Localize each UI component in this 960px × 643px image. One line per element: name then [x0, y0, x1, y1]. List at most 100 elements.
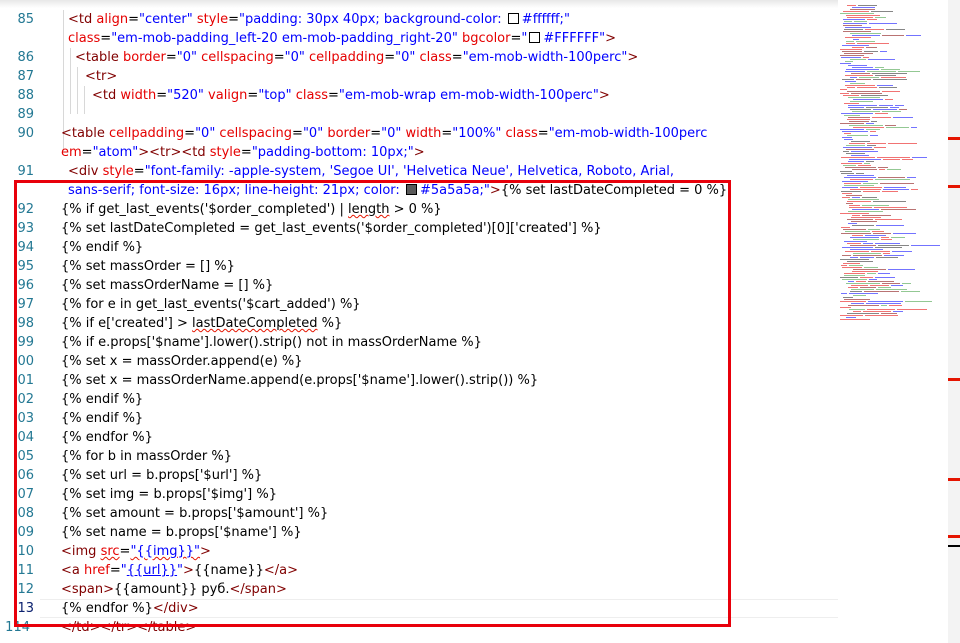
code-line-wrapped[interactable]: em="atom"><tr><td style="padding-bottom:… — [0, 143, 838, 162]
minimap-line — [873, 79, 907, 80]
code-line[interactable]: 95 {% set massOrder = [] %} — [0, 257, 838, 276]
minimap-line — [849, 265, 863, 266]
color-swatch[interactable] — [405, 184, 417, 195]
minimap-line — [866, 107, 888, 108]
code-line[interactable]: 98 {% if e['created'] > lastDateComplete… — [0, 314, 838, 333]
line-text: {% set massOrder = [] %} — [61, 259, 235, 274]
minimap-line — [841, 57, 861, 58]
code-line[interactable]: 90 <table cellpadding="0" cellspacing="0… — [0, 124, 838, 143]
minimap-line — [848, 97, 880, 98]
code-editor[interactable]: 85 <td align="center" style="padding: 30… — [0, 0, 960, 643]
line-number: 87 — [17, 69, 34, 84]
minimap-line — [860, 257, 874, 258]
code-line-current[interactable]: 13 {% endfor %}</div> — [0, 599, 838, 618]
minimap-line — [893, 117, 913, 118]
minimap-line — [844, 183, 861, 184]
minimap-line — [840, 89, 847, 90]
minimap-line — [841, 293, 847, 294]
code-line[interactable]: 12 <span>{{amount}} руб.</span> — [0, 580, 838, 599]
minimap-line — [868, 281, 894, 282]
code-line[interactable]: 10 <img src="{{img}}"> — [0, 542, 838, 561]
color-swatch[interactable] — [529, 32, 541, 43]
code-line[interactable]: 91 <div style="font-family: -apple-syste… — [0, 162, 838, 181]
code-line[interactable]: 03 {% endif %} — [0, 409, 838, 428]
minimap-line — [883, 189, 909, 190]
minimap-line — [879, 87, 897, 88]
code-line[interactable]: 97 {% for e in get_last_events('$cart_add… — [0, 295, 838, 314]
line-number: 89 — [17, 107, 34, 122]
line-text: {% endif %} — [61, 411, 144, 426]
minimap-line — [840, 13, 874, 14]
code-line[interactable]: 87 <tr> — [0, 67, 838, 86]
minimap-line — [898, 71, 920, 72]
code-line[interactable]: 00 {% set x = massOrder.append(e) %} — [0, 352, 838, 371]
minimap-line — [843, 11, 869, 12]
line-number: 94 — [17, 240, 34, 255]
code-line[interactable]: 09 {% set name = b.props['$name'] %} — [0, 523, 838, 542]
minimap-line — [865, 315, 898, 316]
minimap-line — [899, 109, 907, 110]
minimap-line — [849, 143, 865, 144]
code-line[interactable]: 85 <td align="center" style="padding: 30… — [0, 10, 838, 29]
code-line[interactable]: 93 {% set lastDateCompleted = get_last_ev… — [0, 219, 838, 238]
line-text: {% set x = massOrderName.append(e.props[… — [61, 373, 539, 388]
code-line-wrapped[interactable]: sans-serif; font-size: 16px; line-height… — [0, 181, 838, 200]
color-swatch[interactable] — [507, 13, 519, 24]
minimap-line — [868, 301, 903, 302]
minimap-line — [851, 73, 870, 74]
code-line[interactable]: 99 {% if e.props['$name'].lower().strip()… — [0, 333, 838, 352]
line-text: <img src="{{img}}"> — [61, 544, 211, 559]
minimap-line — [875, 67, 884, 68]
code-line[interactable]: 94 {% endif %} — [0, 238, 838, 257]
line-text: <table border="0" cellspacing="0" cellpa… — [75, 50, 639, 65]
minimap-line — [840, 307, 851, 308]
code-line[interactable]: 11 <a href="{{url}}">{{name}}</a> — [0, 561, 838, 580]
vertical-scrollbar[interactable] — [948, 0, 960, 643]
minimap[interactable] — [838, 0, 948, 643]
minimap-line — [866, 47, 877, 48]
code-lines[interactable]: 85 <td align="center" style="padding: 30… — [0, 0, 838, 643]
code-line[interactable]: 01 {% set x = massOrderName.append(e.prop… — [0, 371, 838, 390]
minimap-line — [843, 25, 862, 26]
code-line[interactable]: 86 <table border="0" cellspacing="0" cel… — [0, 48, 838, 67]
minimap-line — [847, 5, 856, 6]
minimap-line — [845, 61, 853, 62]
minimap-line — [853, 39, 859, 40]
minimap-line — [848, 107, 864, 108]
code-line[interactable]: 02 {% endif %} — [0, 390, 838, 409]
error-marker — [948, 137, 960, 140]
minimap-line — [842, 181, 868, 182]
line-number: 99 — [17, 335, 34, 350]
minimap-line — [905, 301, 932, 302]
minimap-line — [842, 137, 852, 138]
code-line[interactable]: 06 {% set url = b.props['$url'] %} — [0, 466, 838, 485]
minimap-line — [842, 279, 867, 280]
minimap-line — [871, 11, 893, 12]
code-line-wrapped[interactable]: class="em-mob-padding_left-20 em-mob-pad… — [0, 29, 838, 48]
line-number: 01 — [17, 373, 34, 388]
code-line[interactable]: 114 </td></tr></table> — [0, 618, 838, 637]
code-line[interactable]: 88 <td width="520" valign="top" class="e… — [0, 86, 838, 105]
minimap-line — [893, 233, 916, 234]
line-text: em="atom"><tr><td style="padding-bottom:… — [61, 145, 425, 160]
code-line[interactable]: 05 {% for b in massOrder %} — [0, 447, 838, 466]
minimap-line — [860, 287, 876, 288]
code-line[interactable]: 92 {% if get_last_events('$order_complet… — [0, 200, 838, 219]
minimap-line — [852, 215, 860, 216]
minimap-line — [880, 183, 914, 184]
url-link[interactable]: {{url}} — [127, 563, 177, 578]
minimap-line — [866, 161, 874, 162]
minimap-line — [842, 197, 850, 198]
minimap-line — [854, 21, 867, 22]
code-line[interactable]: 89 — [0, 105, 838, 124]
minimap-line — [873, 201, 906, 202]
code-line[interactable]: 08 {% set amount = b.props['$amount'] %} — [0, 504, 838, 523]
line-text: {% set x = massOrder.append(e) %} — [61, 354, 303, 369]
code-line[interactable]: 04 {% endfor %} — [0, 428, 838, 447]
minimap-line — [866, 303, 901, 304]
code-line[interactable]: 07 {% set img = b.props['$img'] %} — [0, 485, 838, 504]
minimap-line — [853, 269, 886, 270]
code-line[interactable]: 96 {% set massOrderName = [] %} — [0, 276, 838, 295]
minimap-line — [841, 227, 850, 228]
minimap-line — [863, 191, 880, 192]
